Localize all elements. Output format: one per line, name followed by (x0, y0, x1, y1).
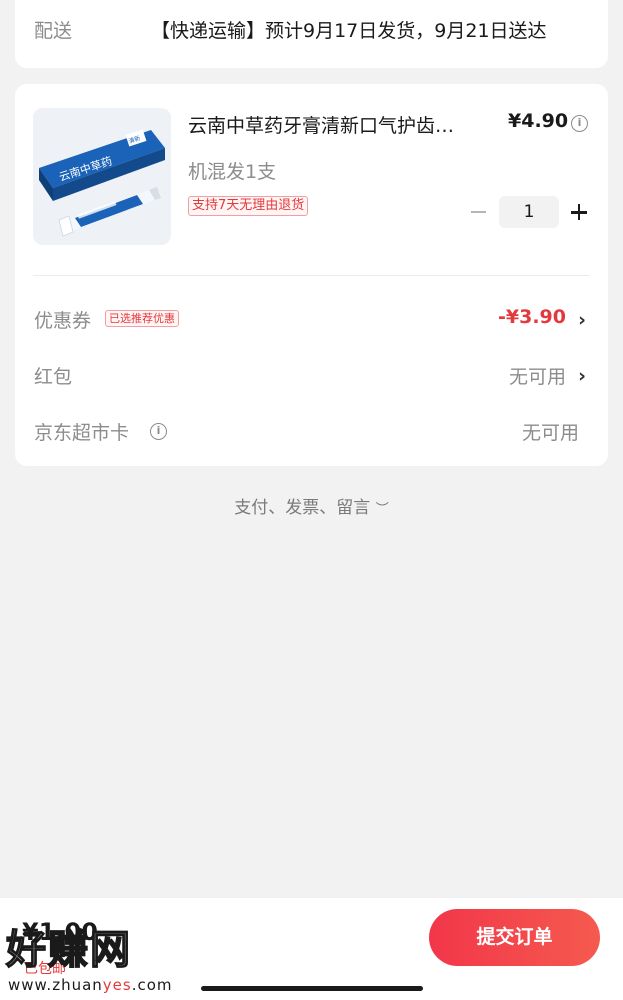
chevron-right-icon: › (578, 365, 586, 387)
quantity-increase-button[interactable] (569, 201, 589, 223)
product-price: ¥4.90 (508, 110, 569, 132)
product-image[interactable]: 云南中草药 清新 (33, 108, 171, 245)
coupon-recommend-tag: 已选推荐优惠 (105, 310, 179, 327)
bottom-bar: ¥1.00 已包邮 好赚网 www.zhuanyes.com 提交订单 (0, 898, 623, 1000)
submit-order-button[interactable]: 提交订单 (429, 909, 600, 966)
toothpaste-image: 云南中草药 清新 (33, 108, 171, 245)
coupon-label: 优惠券 (34, 310, 92, 332)
order-card: 云南中草药 清新 云南中草药牙膏清新口气护齿… ¥4.90 i 机混发1支 支持… (15, 84, 608, 466)
more-options-label: 支付、发票、留言 (234, 498, 371, 518)
payment-invoice-note-toggle[interactable]: 支付、发票、留言 ︶ (0, 493, 623, 518)
red-packet-value: 无可用 (508, 366, 566, 388)
product-spec: 机混发1支 (188, 161, 277, 183)
quantity-decrease-button[interactable] (470, 198, 488, 226)
quantity-input[interactable]: 1 (499, 196, 559, 228)
info-icon[interactable]: i (150, 423, 167, 440)
total-area: ¥1.00 已包邮 好赚网 www.zhuanyes.com (0, 908, 190, 994)
red-packet-row[interactable]: 红包 无可用 › (15, 352, 608, 396)
watermark-url: www.zhuanyes.com (8, 976, 173, 994)
price-info-icon[interactable]: i (571, 115, 588, 132)
supermarket-card-label: 京东超市卡 (34, 422, 130, 444)
coupon-value: -¥3.90 (498, 306, 566, 328)
delivery-estimate[interactable]: 【快递运输】预计9月17日发货，9月21日送达 (151, 16, 547, 43)
watermark-logo: 好赚网 (5, 926, 132, 974)
product-title[interactable]: 云南中草药牙膏清新口气护齿… (188, 111, 488, 138)
home-indicator[interactable] (201, 986, 423, 991)
red-packet-label: 红包 (34, 366, 73, 388)
supermarket-card-value: 无可用 (521, 422, 579, 444)
chevron-right-icon: › (578, 309, 586, 331)
coupon-row[interactable]: 优惠券 已选推荐优惠 -¥3.90 › (15, 296, 608, 340)
delivery-card: 配送 【快递运输】预计9月17日发货，9月21日送达 (15, 0, 608, 68)
delivery-label: 配送 (34, 20, 73, 42)
return-policy-tag: 支持7天无理由退货 (188, 196, 309, 216)
chevron-down-icon: ︶ (375, 502, 389, 517)
divider (33, 275, 590, 276)
supermarket-card-row: 京东超市卡 i 无可用 (15, 408, 608, 452)
